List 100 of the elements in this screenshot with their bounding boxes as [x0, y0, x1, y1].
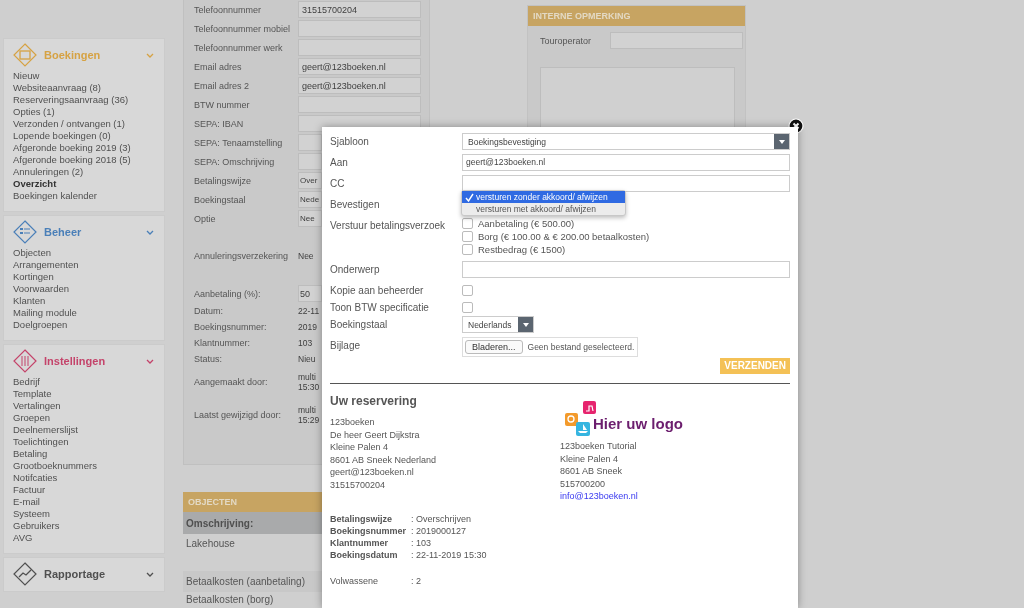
sidebar-item[interactable]: Verzonden / ontvangen (1) — [13, 118, 125, 130]
field-label: Kopie aan beheerder — [330, 284, 425, 298]
address-line: Kleine Palen 4 — [560, 452, 620, 465]
field-label: Toon BTW specificatie — [330, 301, 430, 315]
checkbox-label: Borg (€ 100.00 & € 200.00 betaalkosten) — [478, 231, 650, 242]
menu-option[interactable]: versturen zonder akkoord/ afwijzen — [462, 191, 625, 203]
input-field[interactable]: Nede — [298, 191, 322, 208]
sidebar-item[interactable]: Afgeronde boeking 2019 (3) — [13, 142, 131, 154]
field-label: Aangemaakt door: — [194, 377, 269, 387]
sidebar-item[interactable]: Notifcaties — [13, 472, 58, 484]
sidebar-item[interactable]: Betaling — [13, 448, 48, 460]
field-value: 2019 — [298, 322, 317, 332]
input-field[interactable]: geert@123boeken.nl — [462, 154, 790, 171]
sidebar-item[interactable]: Annuleringen (2) — [13, 166, 84, 178]
sidebar-item[interactable]: AVG — [13, 532, 33, 544]
sidebar-item[interactable]: Afgeronde boeking 2018 (5) — [13, 154, 131, 166]
checkbox-label: Restbedrag (€ 1500) — [478, 244, 566, 255]
sidebar-item[interactable]: E-mail — [13, 496, 40, 508]
sidebar-item[interactable]: Objecten — [13, 247, 52, 259]
field-label: Aan — [330, 156, 349, 170]
dropdown[interactable]: Nederlands — [462, 316, 534, 333]
input-field[interactable] — [462, 261, 790, 278]
address-line: De heer Geert Dijkstra — [330, 428, 421, 441]
field-label: Klantnummer: — [194, 338, 252, 348]
sidebar-item[interactable]: Boekingen kalender — [13, 190, 97, 202]
input-field[interactable] — [298, 134, 322, 151]
chevron-down-icon — [146, 571, 154, 577]
check-icon — [465, 192, 474, 202]
field-value: multi — [298, 372, 317, 382]
input-field[interactable]: geert@123boeken.nl — [298, 58, 421, 75]
field-label: Verstuur betalingsverzoek — [330, 219, 447, 233]
sidebar-item[interactable]: Opties (1) — [13, 106, 55, 118]
email-link[interactable]: info@123boeken.nl — [560, 490, 638, 503]
field-value: 15:29 — [298, 415, 320, 425]
sidebar-item[interactable]: Voorwaarden — [13, 283, 69, 295]
browse-button[interactable]: Bladeren... — [465, 340, 523, 354]
field-label: Boekingstaal — [194, 194, 247, 205]
sidebar-item[interactable]: Vertalingen — [13, 400, 61, 412]
sidebar-item[interactable]: Arrangementen — [13, 259, 79, 271]
field-label: Status: — [194, 354, 223, 364]
sidebar-item[interactable]: Kortingen — [13, 271, 54, 283]
sidebar-item[interactable]: Systeem — [13, 508, 50, 520]
sidebar-item[interactable]: Reserveringsaanvraag (36) — [13, 94, 129, 106]
address-line: 31515700204 — [330, 478, 387, 491]
chevron-down-icon — [146, 358, 154, 364]
input-field[interactable]: 50 — [298, 285, 322, 302]
field-label: Telefoonnummer — [194, 4, 263, 15]
file-input[interactable]: Bladeren... Geen bestand geselecteerd. — [462, 337, 638, 357]
sidebar-item[interactable]: Deelnemerslijst — [13, 424, 78, 436]
sidebar-item[interactable]: Doelgroepen — [13, 319, 68, 331]
field-label: Betalingswijze — [194, 175, 253, 186]
sidebar-item[interactable]: Groepen — [13, 412, 50, 424]
address-line: 515700200 — [560, 477, 607, 490]
sidebar-item[interactable]: Grootboeknummers — [13, 460, 97, 472]
field-label: Optie — [194, 213, 217, 224]
input-field[interactable]: Over — [298, 172, 322, 189]
input-field[interactable]: Nee — [298, 210, 322, 227]
sidebar-item[interactable]: Gebruikers — [13, 520, 60, 532]
sidebar-item[interactable]: Lopende boekingen (0) — [13, 130, 111, 142]
logo-text: Hier uw logo — [593, 415, 683, 432]
detail-label: Boekingsnummer — [330, 524, 408, 537]
sidebar-item[interactable]: Websiteaanvraag (8) — [13, 82, 101, 94]
address-line: 8601 AB Sneek — [560, 465, 624, 478]
menu-option[interactable]: versturen met akkoord/ afwijzen — [462, 203, 625, 215]
input-field[interactable]: geert@123boeken.nl — [298, 77, 421, 94]
field-label: Bijlage — [330, 339, 362, 353]
sidebar-item[interactable]: Klanten — [13, 295, 46, 307]
section-title[interactable]: Rapportage — [44, 568, 139, 580]
detail-label: Boekingsdatum — [330, 548, 399, 561]
checkbox[interactable] — [462, 244, 473, 255]
detail-label: Betalingswijze — [330, 512, 393, 525]
field-label: Telefoonnummer werk — [194, 42, 284, 53]
input-field[interactable]: 31515700204 — [298, 1, 421, 18]
address-line: geert@123boeken.nl — [330, 466, 415, 479]
checkbox-label: Aanbetaling (€ 500.00) — [478, 218, 575, 229]
field-value: Nee — [298, 251, 314, 261]
checkbox[interactable] — [462, 302, 473, 313]
checkbox[interactable] — [462, 218, 473, 229]
sidebar-item[interactable]: Toelichtingen — [13, 436, 69, 448]
sidebar-item[interactable]: Bedrijf — [13, 376, 40, 388]
sidebar-item[interactable]: Factuur — [13, 484, 46, 496]
field-label: SEPA: Omschrijving — [194, 156, 276, 167]
field-value: multi — [298, 405, 317, 415]
checkbox[interactable] — [462, 285, 473, 296]
field-label: Telefoonnummer mobiel — [194, 23, 292, 34]
address-line: 8601 AB Sneek Nederland — [330, 453, 438, 466]
dropdown[interactable]: Boekingsbevestiging — [462, 133, 790, 150]
input-field[interactable] — [298, 153, 322, 170]
preview-title: Uw reservering — [330, 394, 418, 408]
detail-label: Klantnummer — [330, 536, 389, 549]
sidebar-item[interactable]: Template — [13, 388, 52, 400]
sidebar-item[interactable]: Nieuw — [13, 70, 40, 82]
detail-value: : 103 — [411, 536, 433, 549]
field-label: CC — [330, 177, 346, 191]
sidebar-item[interactable]: Mailing module — [13, 307, 77, 319]
section-title[interactable]: Instellingen — [44, 355, 139, 367]
field-label: Datum: — [194, 306, 224, 316]
sidebar-item[interactable]: Overzicht — [13, 178, 57, 190]
checkbox[interactable] — [462, 231, 473, 242]
panel-header: INTERNE OPMERKING — [528, 6, 745, 26]
